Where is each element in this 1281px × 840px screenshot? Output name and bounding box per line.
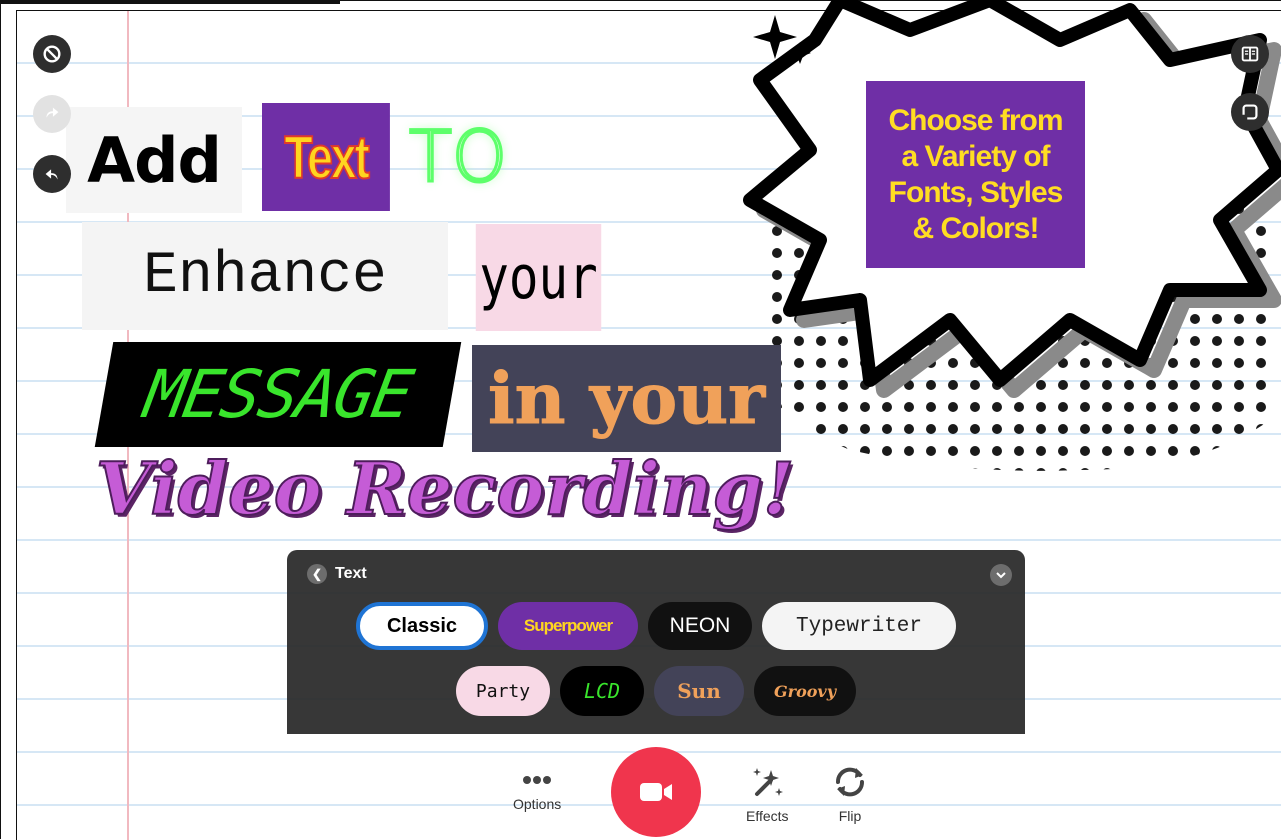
panel-collapse-button[interactable] — [990, 564, 1012, 586]
chevron-down-icon — [996, 572, 1006, 579]
flip-label: Flip — [838, 808, 862, 824]
text-style-row-1: Classic Superpower NEON Typewriter — [287, 602, 1025, 650]
undo-icon — [45, 169, 58, 180]
bubble-line-2: a Variety of — [901, 139, 1050, 173]
options-control[interactable]: Options — [513, 770, 561, 812]
top-border-line — [0, 0, 340, 4]
magic-wand-icon — [753, 768, 784, 796]
style-classic-button[interactable]: Classic — [356, 602, 488, 650]
text-sticker-your[interactable]: your — [475, 224, 602, 331]
text-sticker-add[interactable]: Add — [66, 107, 242, 213]
style-neon-button[interactable]: NEON — [648, 602, 752, 650]
text-sticker-to[interactable]: TO — [402, 112, 514, 202]
flip-camera-icon — [835, 767, 865, 797]
redo-button[interactable] — [33, 95, 71, 133]
flip-control[interactable]: Flip — [830, 762, 870, 824]
options-label: Options — [513, 796, 562, 812]
bubble-line-4: & Colors! — [912, 211, 1039, 245]
panel-back-button[interactable]: ❮ — [307, 564, 327, 584]
style-groovy-button[interactable]: Groovy — [754, 666, 856, 716]
text-sticker-in-your[interactable]: in your — [472, 345, 781, 452]
bubble-line-3: Fonts, Styles — [888, 175, 1064, 209]
clear-button[interactable] — [33, 35, 71, 73]
panel-title: Text — [335, 565, 367, 582]
redo-icon — [46, 107, 59, 118]
chevron-left-icon: ❮ — [311, 567, 323, 581]
bubble-line-1: Choose from — [888, 103, 1063, 137]
text-sticker-message[interactable]: MESSAGE — [94, 342, 462, 447]
style-sun-button[interactable]: Sun — [654, 666, 744, 716]
text-style-panel: ❮ Text Classic Superpower NEON Typewrite… — [287, 550, 1025, 734]
style-superpower-button[interactable]: Superpower — [498, 602, 638, 650]
panel-header: ❮ Text — [307, 564, 367, 584]
record-button[interactable] — [611, 747, 701, 837]
style-typewriter-button[interactable]: Typewriter — [762, 602, 956, 650]
effects-label: Effects — [746, 808, 789, 824]
text-sticker-text[interactable]: Text — [262, 103, 390, 211]
effects-control[interactable]: Effects — [746, 762, 789, 824]
book-button[interactable] — [1231, 35, 1269, 73]
book-icon — [1241, 46, 1259, 62]
music-note-icon — [1241, 104, 1258, 121]
undo-button[interactable] — [33, 155, 71, 193]
style-lcd-button[interactable]: LCD — [560, 666, 644, 716]
bubble-caption[interactable]: Choose from a Variety of Fonts, Styles &… — [866, 81, 1085, 268]
music-button[interactable] — [1231, 93, 1269, 131]
text-style-row-2: Party LCD Sun Groovy — [287, 666, 1025, 716]
style-party-button[interactable]: Party — [456, 666, 550, 716]
text-sticker-video-recording[interactable]: Video Recording! — [95, 438, 796, 538]
text-sticker-enhance[interactable]: Enhance — [82, 222, 448, 330]
block-icon — [43, 45, 61, 63]
more-dots-icon — [523, 776, 552, 784]
video-camera-icon — [640, 783, 672, 801]
